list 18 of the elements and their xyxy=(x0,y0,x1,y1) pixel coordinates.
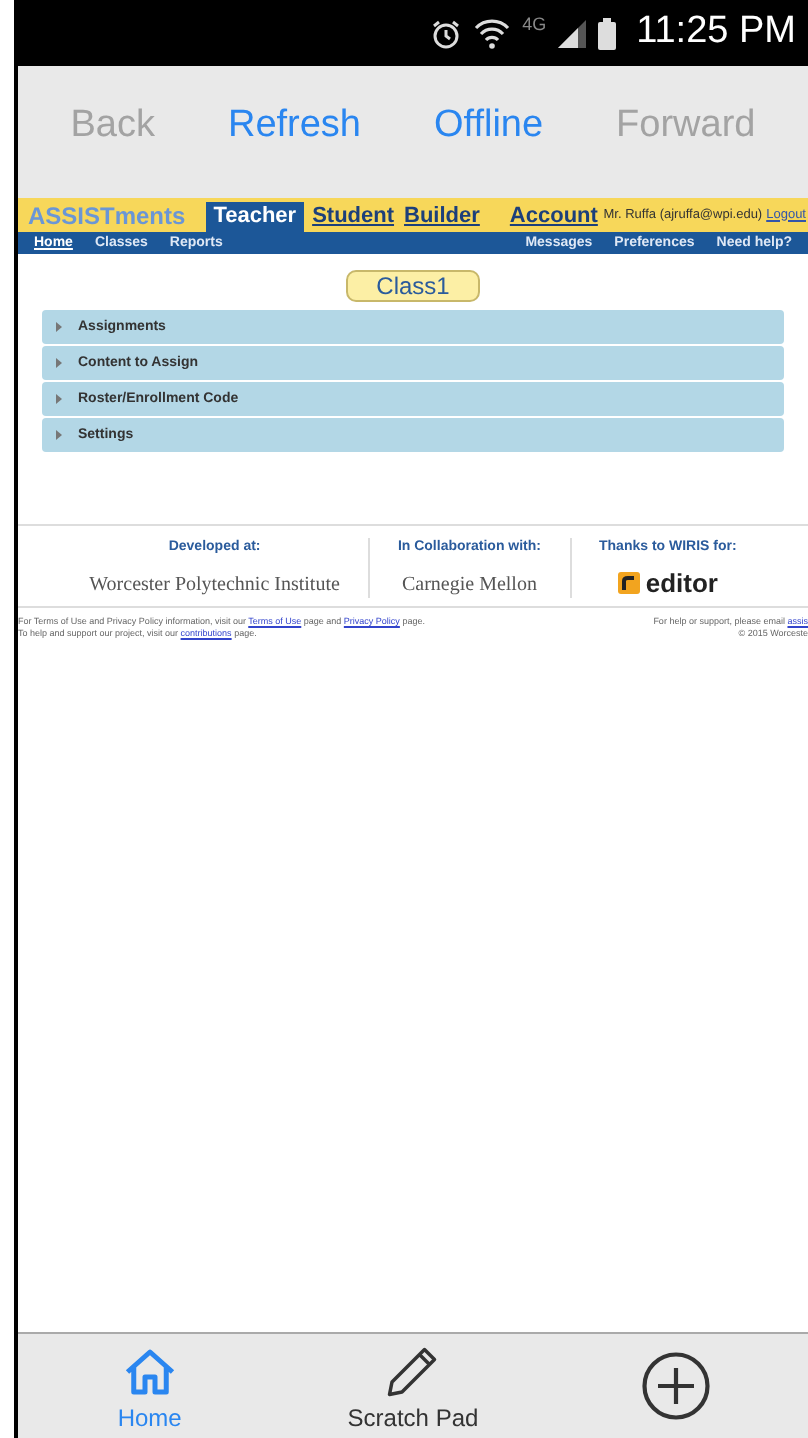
header-tab[interactable]: Student xyxy=(310,202,397,232)
plus-icon xyxy=(640,1350,713,1422)
class-title: Class1 xyxy=(346,270,480,302)
header-tab[interactable]: Teacher xyxy=(205,202,305,232)
clock: 11:25 PM xyxy=(636,8,796,57)
wiris-logo-text: editor xyxy=(645,569,718,595)
institution-name: Carnegie Mellon xyxy=(401,571,537,599)
institution-name: Worcester Polytechnic Institute xyxy=(89,571,340,599)
bottom-tab[interactable]: Scratch Pad xyxy=(302,1342,523,1430)
header-tab[interactable]: Builder xyxy=(402,202,482,232)
wiris-icon xyxy=(617,571,640,593)
alarm-icon xyxy=(430,17,463,49)
logo: ASSISTments xyxy=(28,203,186,227)
header-tab[interactable]: Account xyxy=(507,202,600,232)
network-label: 4G xyxy=(522,11,547,38)
wifi-icon xyxy=(474,17,511,49)
signal-icon xyxy=(558,19,587,47)
battery-icon xyxy=(598,17,617,49)
